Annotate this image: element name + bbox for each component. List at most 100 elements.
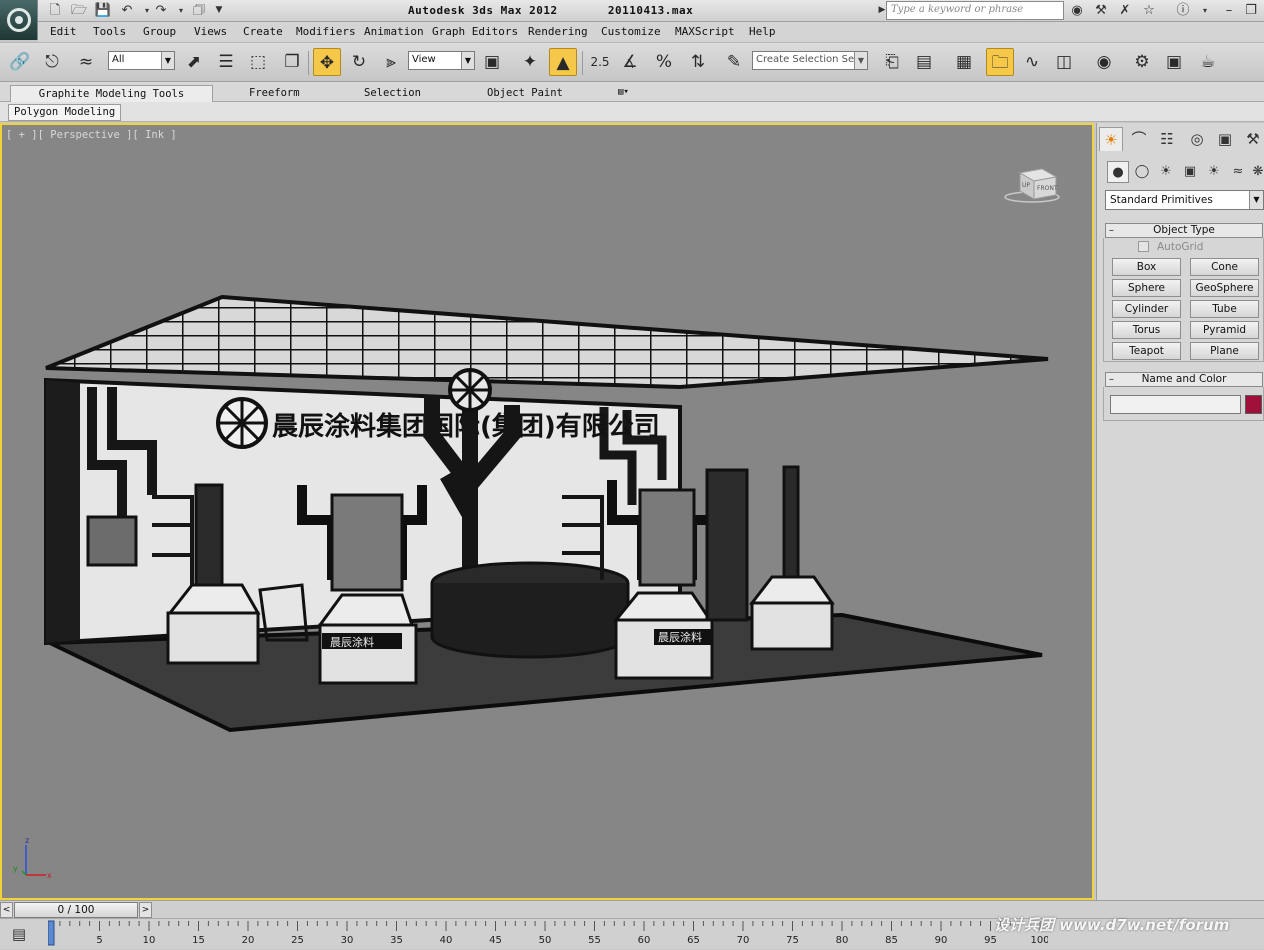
- binoculars-icon[interactable]: ◉: [1068, 2, 1086, 19]
- tab-object-paint[interactable]: Object Paint: [481, 85, 569, 102]
- space-warps-icon[interactable]: ≈: [1227, 161, 1249, 183]
- pyramid-button[interactable]: Pyramid: [1190, 321, 1259, 339]
- menu-graph-editors[interactable]: Graph Editors: [432, 25, 518, 38]
- menu-rendering[interactable]: Rendering: [528, 25, 588, 38]
- select-and-rotate-icon[interactable]: ↻: [345, 48, 373, 76]
- communication-center-icon[interactable]: ✗: [1116, 2, 1134, 19]
- keyboard-shortcut-override-icon[interactable]: ▲: [549, 48, 577, 76]
- bind-to-space-warp-icon[interactable]: ≈: [72, 48, 100, 76]
- new-file-icon[interactable]: 🗋: [46, 2, 64, 19]
- snaps-toggle-icon[interactable]: 2.5: [586, 48, 614, 76]
- render-production-icon[interactable]: ☕: [1194, 48, 1222, 76]
- torus-button[interactable]: Torus: [1112, 321, 1181, 339]
- graphite-toggle-icon[interactable]: 🗀: [986, 48, 1014, 76]
- utilities-tab-icon[interactable]: ⚒: [1241, 127, 1264, 151]
- create-tab-icon[interactable]: ☀: [1099, 127, 1123, 151]
- select-and-link-icon[interactable]: 🔗: [6, 48, 34, 76]
- pivot-center-icon[interactable]: ▣: [478, 48, 506, 76]
- name-and-color-rollout-header[interactable]: – Name and Color: [1105, 372, 1263, 387]
- teapot-button[interactable]: Teapot: [1112, 342, 1181, 360]
- tab-selection[interactable]: Selection: [358, 85, 427, 102]
- search-input[interactable]: Type a keyword or phrase: [886, 1, 1064, 20]
- frame-ruler[interactable]: 0510152025303540455055606570758085909510…: [48, 919, 1048, 950]
- previous-frame-icon[interactable]: <: [0, 902, 13, 918]
- motion-tab-icon[interactable]: ◎: [1185, 127, 1209, 151]
- minimize-icon[interactable]: –: [1220, 2, 1238, 19]
- open-mini-curve-editor-icon[interactable]: ▤: [8, 923, 30, 945]
- angle-snap-icon[interactable]: ∡: [616, 48, 644, 76]
- select-and-manipulate-icon[interactable]: ✦: [516, 48, 544, 76]
- percent-snap-icon[interactable]: %: [650, 48, 678, 76]
- sphere-button[interactable]: Sphere: [1112, 279, 1181, 297]
- menu-tools[interactable]: Tools: [93, 25, 126, 38]
- cylinder-button[interactable]: Cylinder: [1112, 300, 1181, 318]
- helpers-icon[interactable]: ☀: [1203, 161, 1225, 183]
- ribbon-options-dropdown-icon[interactable]: ▤▾: [612, 85, 635, 102]
- time-slider[interactable]: 0 / 100: [14, 902, 138, 918]
- undo-icon[interactable]: ↶: [118, 2, 136, 19]
- window-crossing-icon[interactable]: ❐: [278, 48, 306, 76]
- edit-named-selection-icon[interactable]: ✎: [720, 48, 748, 76]
- polygon-modeling-panel[interactable]: Polygon Modeling: [8, 104, 122, 121]
- modify-tab-icon[interactable]: ⌒: [1127, 127, 1151, 151]
- rendered-frame-window-icon[interactable]: ▣: [1160, 48, 1188, 76]
- curve-editor-icon[interactable]: ∿: [1018, 48, 1046, 76]
- systems-icon[interactable]: ❋: [1247, 161, 1264, 183]
- viewport-label[interactable]: [ + ][ Perspective ][ Ink ]: [6, 129, 177, 141]
- quick-access-dropdown-icon[interactable]: ▼: [210, 2, 228, 19]
- unlink-selection-icon[interactable]: ⎋: [38, 48, 66, 76]
- spinner-snap-icon[interactable]: ⇅: [684, 48, 712, 76]
- tube-button[interactable]: Tube: [1190, 300, 1259, 318]
- reference-coordinate-dropdown[interactable]: View ▼: [408, 51, 475, 70]
- object-name-field[interactable]: [1110, 395, 1241, 414]
- object-type-rollout-header[interactable]: – Object Type: [1105, 223, 1263, 238]
- material-editor-icon[interactable]: ◉: [1090, 48, 1118, 76]
- project-folder-icon[interactable]: 🗇: [190, 2, 208, 19]
- menu-customize[interactable]: Customize: [601, 25, 661, 38]
- menu-group[interactable]: Group: [143, 25, 176, 38]
- menu-modifiers[interactable]: Modifiers: [296, 25, 356, 38]
- schematic-view-icon[interactable]: ◫: [1050, 48, 1078, 76]
- layer-manager-icon[interactable]: ▦: [950, 48, 978, 76]
- display-tab-icon[interactable]: ▣: [1213, 127, 1237, 151]
- object-category-dropdown[interactable]: Standard Primitives ▼: [1105, 190, 1264, 210]
- viewcube[interactable]: UP FRONT: [1004, 165, 1064, 205]
- menu-create[interactable]: Create: [243, 25, 283, 38]
- box-button[interactable]: Box: [1112, 258, 1181, 276]
- perspective-viewport[interactable]: 晨辰涂料集团国际(集团)有限公司 晨辰涂料 晨辰涂料 [+][Perspe…: [0, 123, 1094, 900]
- selection-filter-dropdown[interactable]: All ▼: [108, 51, 175, 70]
- favorites-icon[interactable]: ☆: [1140, 2, 1158, 19]
- select-by-name-icon[interactable]: ☰: [212, 48, 240, 76]
- select-and-move-icon[interactable]: ✥: [313, 48, 341, 76]
- menu-maxscript[interactable]: MAXScript: [675, 25, 735, 38]
- help-icon[interactable]: ⓘ: [1174, 2, 1192, 19]
- application-button[interactable]: [0, 0, 38, 40]
- geometry-icon[interactable]: ●: [1107, 161, 1129, 183]
- menu-animation[interactable]: Animation: [364, 25, 424, 38]
- shapes-icon[interactable]: ◯: [1131, 161, 1153, 183]
- cone-button[interactable]: Cone: [1190, 258, 1259, 276]
- lights-icon[interactable]: ☀: [1155, 161, 1177, 183]
- redo-dropdown-icon[interactable]: ▾: [172, 2, 190, 19]
- open-file-icon[interactable]: 🗁: [70, 2, 88, 19]
- cameras-icon[interactable]: ▣: [1179, 161, 1201, 183]
- select-object-icon[interactable]: ⬈: [180, 48, 208, 76]
- menu-help[interactable]: Help: [749, 25, 776, 38]
- tab-graphite-modeling-tools[interactable]: Graphite Modeling Tools: [10, 85, 213, 102]
- autogrid-checkbox[interactable]: AutoGrid: [1138, 241, 1203, 253]
- object-color-swatch[interactable]: [1245, 395, 1262, 414]
- current-frame-marker[interactable]: [48, 920, 55, 946]
- save-file-icon[interactable]: 💾: [94, 2, 112, 19]
- named-selection-sets-dropdown[interactable]: Create Selection Set ▼: [752, 51, 868, 70]
- tab-freeform[interactable]: Freeform: [243, 85, 306, 102]
- render-setup-icon[interactable]: ⚙: [1128, 48, 1156, 76]
- rectangular-selection-icon[interactable]: ⬚: [244, 48, 272, 76]
- help-dropdown-icon[interactable]: ▾: [1196, 2, 1214, 19]
- geosphere-button[interactable]: GeoSphere: [1190, 279, 1259, 297]
- align-icon[interactable]: ▤: [910, 48, 938, 76]
- menu-views[interactable]: Views: [194, 25, 227, 38]
- mirror-icon[interactable]: ⎗: [878, 48, 906, 76]
- menu-edit[interactable]: Edit: [50, 25, 77, 38]
- select-and-scale-icon[interactable]: ⫸: [377, 48, 405, 76]
- redo-icon[interactable]: ↷: [152, 2, 170, 19]
